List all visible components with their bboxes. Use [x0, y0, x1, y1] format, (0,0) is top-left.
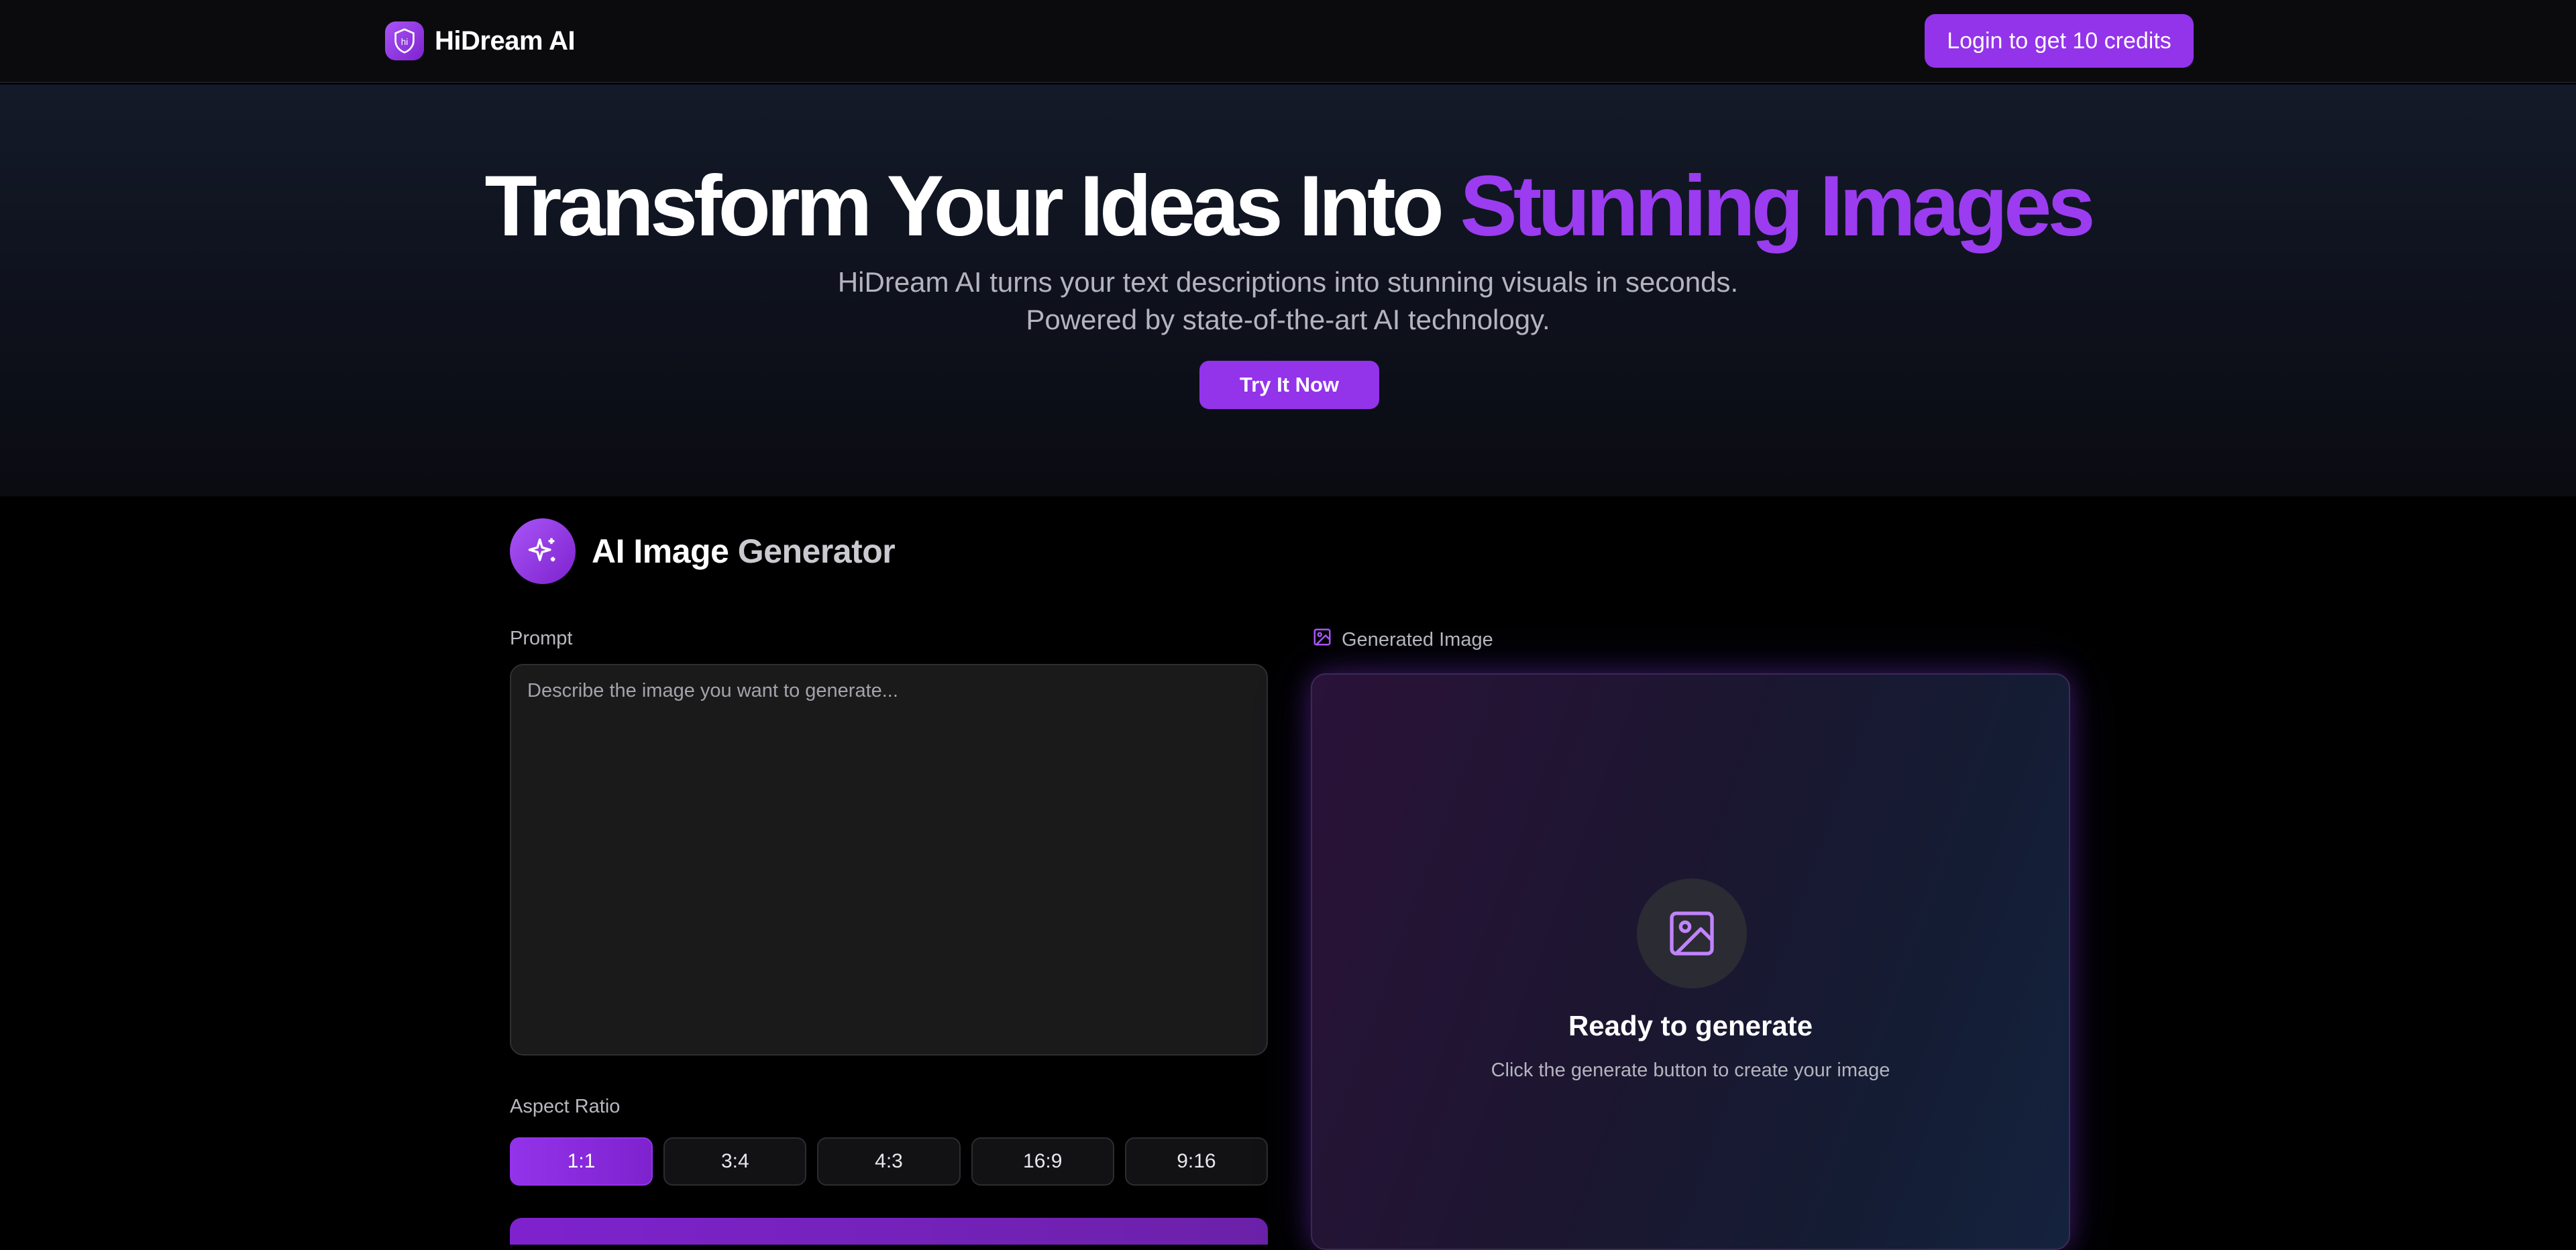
- prompt-label: Prompt: [510, 628, 573, 649]
- login-button[interactable]: Login to get 10 credits: [1925, 14, 2194, 68]
- navbar: hi HiDream AI Login to get 10 credits: [0, 0, 2576, 83]
- generator-title: AI Image Generator: [592, 532, 896, 571]
- hi-shield-logo-icon: hi: [385, 21, 424, 60]
- generated-image-label: Generated Image: [1312, 626, 1493, 653]
- generator-title-main: AI Image: [592, 532, 738, 570]
- prompt-input[interactable]: [510, 664, 1268, 1056]
- svg-text:hi: hi: [401, 37, 408, 47]
- ready-title: Ready to generate: [1568, 1010, 1813, 1041]
- ratio-9-16-button[interactable]: 9:16: [1124, 1137, 1269, 1186]
- try-it-now-button[interactable]: Try It Now: [1199, 361, 1379, 409]
- generator-header: AI Image Generator: [510, 518, 896, 585]
- hero-subtitle-line-2: Powered by state-of-the-art AI technolog…: [1026, 304, 1550, 335]
- brand-name: HiDream AI: [435, 25, 576, 56]
- sparkles-icon: [510, 518, 576, 584]
- hero-title-main: Transform Your Ideas Into: [484, 158, 1460, 254]
- hero-title-accent: Stunning Images: [1460, 158, 2095, 254]
- ratio-4-3-button[interactable]: 4:3: [817, 1137, 961, 1186]
- generate-button[interactable]: [510, 1218, 1268, 1245]
- ready-image-icon: [1637, 878, 1747, 988]
- generated-image-label-text: Generated Image: [1342, 628, 1493, 650]
- ratio-1-1-button[interactable]: 1:1: [510, 1137, 653, 1186]
- brand[interactable]: hi HiDream AI: [385, 20, 576, 62]
- aspect-ratio-label: Aspect Ratio: [510, 1096, 621, 1117]
- aspect-ratio-group: 1:1 3:4 4:3 16:9 9:16: [510, 1137, 1269, 1186]
- image-icon: [1312, 627, 1332, 652]
- generator-title-muted: Generator: [737, 532, 896, 570]
- ratio-16-9-button[interactable]: 16:9: [971, 1137, 1114, 1186]
- hero-title: Transform Your Ideas Into Stunning Image…: [0, 164, 2576, 249]
- hero-section: Transform Your Ideas Into Stunning Image…: [0, 84, 2576, 496]
- ready-subtitle: Click the generate button to create your…: [1491, 1060, 1890, 1081]
- generated-image-panel: Ready to generate Click the generate but…: [1311, 673, 2070, 1250]
- hero-subtitle-line-1: HiDream AI turns your text descriptions …: [837, 266, 1739, 298]
- ratio-3-4-button[interactable]: 3:4: [663, 1137, 807, 1186]
